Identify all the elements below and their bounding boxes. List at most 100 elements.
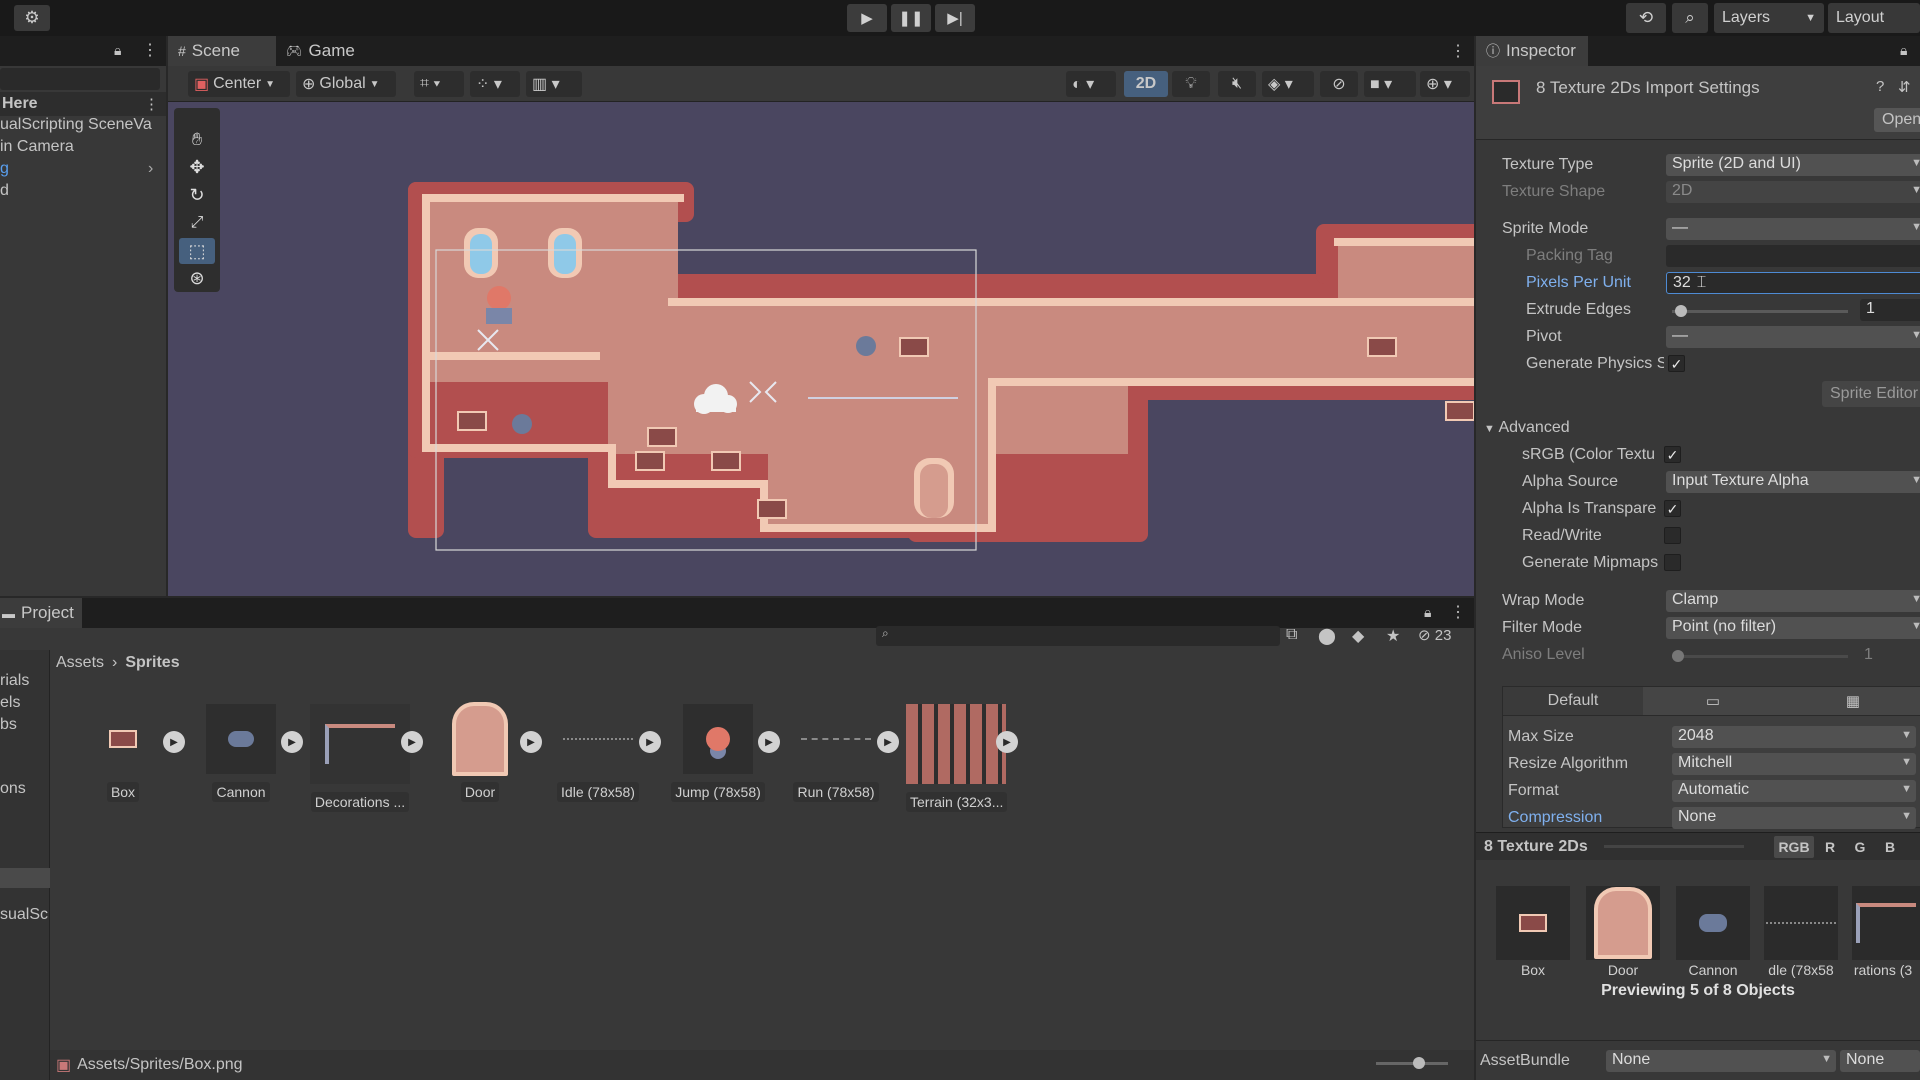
- channel-r-button[interactable]: R: [1816, 836, 1844, 858]
- folder-item[interactable]: rials: [0, 672, 29, 690]
- expand-sprites-icon[interactable]: ▶: [401, 731, 423, 753]
- slider-handle[interactable]: [1675, 305, 1688, 317]
- expand-sprites-icon[interactable]: ▶: [520, 731, 542, 753]
- tab-game[interactable]: 🎮︎ Game: [276, 36, 366, 66]
- lock-icon[interactable]: 🔒︎: [1900, 42, 1907, 59]
- grid-icon[interactable]: ▦: [1783, 687, 1920, 715]
- camera-dropdown[interactable]: ■ ▾: [1364, 71, 1416, 97]
- tag-icon[interactable]: ◆: [1352, 626, 1364, 646]
- filter-by-label-icon[interactable]: ⬤: [1318, 626, 1336, 646]
- extrude-edges-input[interactable]: 1: [1860, 299, 1920, 321]
- hidden-packages-toggle[interactable]: ⊘ 23: [1418, 626, 1451, 644]
- channel-b-button[interactable]: B: [1876, 836, 1904, 858]
- resize-algorithm-dropdown[interactable]: Mitchell ▼: [1672, 753, 1916, 775]
- preview-box[interactable]: [1496, 886, 1570, 960]
- lighting-toggle[interactable]: 💡︎: [1172, 71, 1210, 97]
- effects-dropdown[interactable]: ◈ ▾: [1262, 71, 1314, 97]
- play-button[interactable]: ▶: [847, 4, 887, 32]
- favorite-icon[interactable]: ★: [1386, 626, 1400, 646]
- more-icon[interactable]: ⋮: [142, 40, 158, 60]
- pause-button[interactable]: ❚❚: [891, 4, 931, 32]
- packing-tag-input[interactable]: [1666, 245, 1920, 267]
- compression-dropdown[interactable]: None ▼: [1672, 807, 1916, 829]
- search-button[interactable]: ⌕: [1672, 3, 1708, 33]
- advanced-foldout[interactable]: ▼ Advanced: [1484, 419, 1570, 437]
- asset-item-jump[interactable]: Jump (78x58): [668, 704, 768, 802]
- zoom-slider[interactable]: [1376, 1057, 1448, 1069]
- asset-item-cannon[interactable]: Cannon: [191, 704, 291, 802]
- tab-project[interactable]: ▬ Project: [0, 598, 82, 628]
- alpha-source-dropdown[interactable]: Input Texture Alpha ▼: [1666, 471, 1920, 493]
- 2d-toggle[interactable]: 2D: [1124, 71, 1168, 97]
- expand-sprites-icon[interactable]: ▶: [758, 731, 780, 753]
- more-icon[interactable]: ⋮: [1450, 602, 1466, 622]
- breadcrumb-assets[interactable]: Assets: [56, 654, 104, 672]
- wrap-mode-dropdown[interactable]: Clamp ▼: [1666, 590, 1920, 612]
- gizmos-dropdown[interactable]: ⊕ ▾: [1420, 71, 1470, 97]
- texture-type-dropdown[interactable]: Sprite (2D and UI) ▼: [1666, 154, 1920, 176]
- space-dropdown[interactable]: ⊕ Global ▼: [296, 71, 396, 97]
- asset-item-door[interactable]: Door: [430, 702, 530, 802]
- folder-item[interactable]: els: [0, 694, 20, 712]
- lock-icon[interactable]: 🔒︎: [114, 42, 121, 59]
- generate-physics-checkbox[interactable]: ✓: [1668, 355, 1685, 372]
- folder-item[interactable]: sualSc: [0, 906, 48, 924]
- hierarchy-item[interactable]: d: [0, 182, 9, 206]
- folder-item[interactable]: ons: [0, 780, 26, 798]
- grid-snap-button[interactable]: ⌗ ▾: [414, 71, 464, 97]
- hierarchy-item[interactable]: in Camera: [0, 138, 74, 162]
- preview-decorations[interactable]: [1852, 886, 1920, 960]
- max-size-dropdown[interactable]: 2048 ▼: [1672, 726, 1916, 748]
- layout-dropdown[interactable]: Layout: [1828, 3, 1920, 33]
- hierarchy-item[interactable]: g ›: [0, 160, 166, 184]
- help-icon[interactable]: ?: [1876, 78, 1884, 95]
- hierarchy-item[interactable]: ualScripting SceneVa: [0, 116, 152, 140]
- monitor-icon[interactable]: ▭: [1643, 687, 1783, 715]
- layers-dropdown[interactable]: Layers ▼: [1714, 3, 1824, 33]
- scene-viewport[interactable]: ✋︎ ✥ ↻ ⤢ ⬚ ⊛: [168, 102, 1474, 596]
- asset-item-run[interactable]: Run (78x58): [786, 704, 886, 802]
- tab-inspector[interactable]: ⓘ Inspector: [1476, 36, 1588, 66]
- assetbundle-variant-dropdown[interactable]: None: [1840, 1050, 1920, 1072]
- filter-mode-dropdown[interactable]: Point (no filter) ▼: [1666, 617, 1920, 639]
- pivot-dropdown[interactable]: ▣ Center ▼: [188, 71, 290, 97]
- sprite-editor-button[interactable]: Sprite Editor: [1822, 381, 1920, 407]
- chevron-right-icon[interactable]: ›: [148, 160, 153, 178]
- asset-item-idle[interactable]: Idle (78x58): [548, 704, 648, 802]
- channel-g-button[interactable]: G: [1846, 836, 1874, 858]
- tab-default[interactable]: Default: [1503, 687, 1643, 715]
- preview-drag-bar[interactable]: [1604, 845, 1744, 848]
- increment-snap-button[interactable]: ▥ ▾: [526, 71, 582, 97]
- hierarchy-search[interactable]: [0, 68, 160, 90]
- audio-toggle[interactable]: 🔇︎: [1218, 71, 1256, 97]
- format-dropdown[interactable]: Automatic ▼: [1672, 780, 1916, 802]
- hidden-objects-toggle[interactable]: ⊘: [1320, 71, 1358, 97]
- lock-icon[interactable]: 🔒︎: [1424, 604, 1431, 621]
- settings-icon[interactable]: ⇵: [1898, 78, 1911, 96]
- pivot-dropdown[interactable]: — ▼: [1666, 326, 1920, 348]
- asset-item-terrain[interactable]: Terrain (32x3...: [906, 704, 1008, 812]
- more-icon[interactable]: ⋮: [144, 95, 159, 113]
- generate-mipmaps-checkbox[interactable]: [1664, 554, 1681, 571]
- expand-sprites-icon[interactable]: ▶: [639, 731, 661, 753]
- undo-history-button[interactable]: ⟲: [1626, 3, 1666, 33]
- asset-item-box[interactable]: Box: [73, 704, 173, 802]
- pixels-per-unit-input[interactable]: 32 ⌶: [1666, 272, 1920, 294]
- folder-item-selected[interactable]: [0, 868, 50, 888]
- expand-sprites-icon[interactable]: ▶: [163, 731, 185, 753]
- asset-item-decorations[interactable]: Decorations ...: [310, 704, 410, 812]
- breadcrumb-sprites[interactable]: Sprites: [125, 654, 179, 672]
- shading-mode-button[interactable]: ◐ ▾: [1066, 71, 1116, 97]
- read-write-checkbox[interactable]: [1664, 527, 1681, 544]
- search-by-type-icon[interactable]: ⧉: [1286, 626, 1297, 644]
- srgb-checkbox[interactable]: ✓: [1664, 446, 1681, 463]
- more-icon[interactable]: ⋮: [1450, 41, 1466, 61]
- preview-door[interactable]: [1586, 886, 1660, 960]
- alpha-transparency-checkbox[interactable]: ✓: [1664, 500, 1681, 517]
- extrude-edges-slider[interactable]: [1672, 305, 1848, 317]
- expand-sprites-icon[interactable]: ▶: [281, 731, 303, 753]
- grid-visibility-button[interactable]: ⁘ ▾: [470, 71, 520, 97]
- channel-rgb-button[interactable]: RGB: [1774, 836, 1814, 858]
- project-search-input[interactable]: ⌕: [876, 626, 1280, 646]
- expand-sprites-icon[interactable]: ▶: [877, 731, 899, 753]
